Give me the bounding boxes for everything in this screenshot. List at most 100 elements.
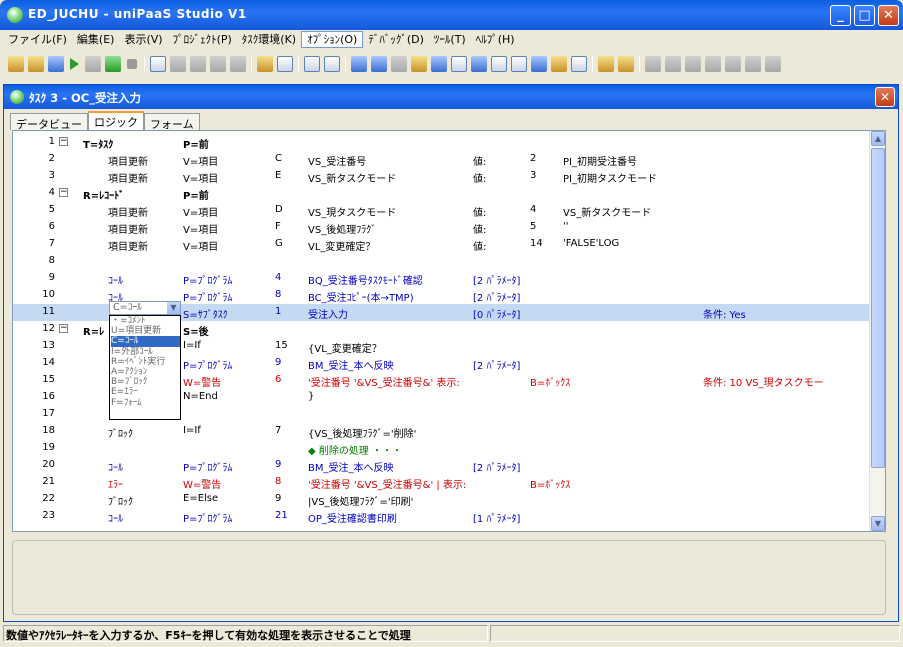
layout-icon[interactable] — [277, 56, 293, 72]
tab-logic[interactable]: ロジック — [88, 111, 144, 130]
report-icon[interactable] — [431, 56, 447, 72]
scroll-down-icon[interactable]: ▼ — [871, 516, 885, 531]
row-col-ref: F — [275, 221, 281, 232]
dropdown-option[interactable]: ・=ｺﾒﾝﾄ — [111, 316, 180, 326]
row-col-operation: 項目更新 — [108, 225, 148, 236]
open-icon[interactable] — [28, 56, 44, 72]
row-col-operation: 項目更新 — [108, 208, 148, 219]
logic-row[interactable]: 19 ◆ 削除の処理 ・・・ — [13, 440, 870, 457]
model-icon[interactable] — [391, 56, 407, 72]
maximize-button[interactable]: □ — [854, 5, 875, 26]
dropdown-option[interactable]: B=ﾌﾞﾛｯｸ — [111, 377, 180, 387]
logic-row[interactable]: 9 ｺｰﾙ P=ﾌﾟﾛｸﾞﾗﾑ 4 BQ_受注番号ﾀｽｸﾓｰﾄﾞ確認 [2 ﾊﾟﾗﾒｰﾀ… — [13, 270, 870, 287]
dropdown-option[interactable]: F=ﾌｫｰﾑ — [111, 398, 180, 408]
scroll-up-icon[interactable]: ▲ — [871, 131, 885, 146]
help-icon[interactable] — [471, 56, 487, 72]
line-number: 16 — [42, 391, 55, 402]
row-col-type: P=ﾌﾟﾛｸﾞﾗﾑ — [183, 463, 233, 474]
menu-view[interactable]: 表示(V) — [119, 31, 167, 48]
logic-row[interactable]: 7 項目更新 V=項目 G VL_変更確定？ 値: 14 'FALSE'LOG — [13, 236, 870, 253]
menu-project[interactable]: ﾌﾟﾛｼﾞｪｸﾄ(P) — [168, 31, 237, 48]
tree-icon[interactable] — [257, 56, 273, 72]
list-icon[interactable] — [324, 56, 340, 72]
logic-row[interactable]: 2 項目更新 V=項目 C VS_受注番号 値: 2 PI_初期受注番号 — [13, 151, 870, 168]
row-col-param: 値: — [473, 157, 487, 168]
status-bar: 数値やｱｸｾﾗﾚｰﾀｷｰを入力するか、F5ｷｰを押して有効な処理を表示させること… — [3, 625, 900, 644]
build-icon[interactable] — [85, 56, 101, 72]
rights-icon[interactable] — [491, 56, 507, 72]
collapse-icon[interactable]: − — [59, 188, 68, 197]
dropdown-option[interactable]: C=ｺｰﾙ — [111, 336, 180, 347]
row-col-param: [0 ﾊﾟﾗﾒｰﾀ] — [473, 310, 521, 321]
form-icon[interactable] — [371, 56, 387, 72]
new-icon[interactable] — [8, 56, 24, 72]
row-col-expression: {VS_後処理ﾌﾗｸﾞ='削除' — [308, 429, 417, 440]
menu-file[interactable]: ファイル(F) — [3, 31, 72, 48]
tab-data-view[interactable]: データビュー — [10, 113, 88, 131]
row-col-param: [2 ﾊﾟﾗﾒｰﾀ] — [473, 463, 521, 474]
logic-row[interactable]: 1− T=ﾀｽｸ P=前 — [13, 134, 870, 151]
pause-icon[interactable] — [170, 56, 186, 72]
dropdown-option[interactable]: E=ｴﾗｰ — [111, 387, 180, 397]
dropdown-option[interactable]: A=ｱｸｼｮﾝ — [111, 367, 180, 377]
logic-row[interactable]: 21 ｴﾗｰ W=警告 8 '受注番号 '&VS_受注番号&' | 表示: B=ﾎﾞｯｸｽ — [13, 474, 870, 491]
stop-icon[interactable] — [127, 59, 137, 69]
row-col-expression: '受注番号 '&VS_受注番号&' | 表示: — [308, 480, 467, 491]
collapse-icon[interactable]: − — [59, 137, 68, 146]
menu-task-environment[interactable]: ﾀｽｸ環境(K) — [237, 31, 301, 48]
open-folder-icon[interactable] — [48, 56, 64, 72]
row-col-expression: BM_受注_本へ反映 — [308, 463, 394, 474]
program-icon[interactable] — [351, 56, 367, 72]
logic-row[interactable]: 22 ﾌﾞﾛｯｸ E=Else 9 |VS_後処理ﾌﾗｸﾞ='印刷' — [13, 491, 870, 508]
status-message: 数値やｱｸｾﾗﾚｰﾀｷｰを入力するか、F5ｷｰを押して有効な処理を表示させること… — [3, 625, 488, 642]
check-in-icon[interactable] — [105, 56, 121, 72]
vertical-scrollbar[interactable]: ▲ ▼ — [869, 131, 885, 531]
logic-row[interactable]: 3 項目更新 V=項目 E VS_新タスクモード 値: 3 PI_初期タスクモード — [13, 168, 870, 185]
menu-tools[interactable]: ﾂｰﾙ(T) — [429, 31, 471, 48]
data-icon[interactable] — [451, 56, 467, 72]
close-button[interactable]: ✕ — [878, 5, 899, 26]
logic-editor[interactable]: 1− T=ﾀｽｸ P=前 2 項目更新 V=項目 C VS_受注番号 値: 2 PI_初期受注番号 3… — [12, 130, 886, 532]
zoom-icon[interactable] — [150, 56, 166, 72]
logic-row[interactable]: 18 ﾌﾞﾛｯｸ I=If 7 {VS_後処理ﾌﾗｸﾞ='削除' — [13, 423, 870, 440]
logic-row[interactable]: 20 ｺｰﾙ P=ﾌﾟﾛｸﾞﾗﾑ 9 BM_受注_本へ反映 [2 ﾊﾟﾗﾒｰﾀ] — [13, 457, 870, 474]
row-col-operation: R=ﾚｺｰﾄﾞ — [83, 191, 125, 202]
menu-help[interactable]: ﾍﾙﾌﾟ(H) — [471, 31, 520, 48]
collapse-icon[interactable]: − — [59, 324, 68, 333]
dropdown-option[interactable]: I=外部ｺｰﾙ — [111, 347, 180, 357]
row-col-operation: ｴﾗｰ — [108, 480, 123, 491]
row-col-ref: 7 — [275, 425, 282, 436]
dropdown-option[interactable]: R=ｲﾍﾞﾝﾄ実行 — [111, 357, 180, 367]
table-icon[interactable] — [411, 56, 427, 72]
menu-debug[interactable]: ﾃﾞﾊﾞｯｸﾞ(D) — [363, 31, 429, 48]
menu-icon[interactable] — [511, 56, 527, 72]
logic-row[interactable]: 5 項目更新 V=項目 D VS_現タスクモード 値: 4 VS_新タスクモード — [13, 202, 870, 219]
menu-edit[interactable]: 編集(E) — [72, 31, 120, 48]
dropdown-option[interactable]: U=項目更新 — [111, 326, 180, 336]
find-icon[interactable] — [304, 56, 320, 72]
run-icon[interactable] — [70, 58, 79, 70]
operation-combo[interactable]: C=ｺｰﾙ ▼ — [109, 301, 181, 315]
step-out-icon[interactable] — [210, 56, 226, 72]
disabled-tool-icon — [745, 56, 761, 72]
edit-icon[interactable] — [551, 56, 567, 72]
menu-options[interactable]: ｵﾌﾟｼｮﾝ(O) — [301, 31, 364, 48]
disabled-tool-icon — [725, 56, 741, 72]
task-close-button[interactable]: ✕ — [875, 87, 895, 107]
wand-icon[interactable] — [618, 56, 634, 72]
users-icon[interactable] — [598, 56, 614, 72]
scroll-thumb[interactable] — [871, 148, 885, 468]
generate-icon[interactable] — [571, 56, 587, 72]
logic-row[interactable]: 8 — [13, 253, 870, 270]
logic-row[interactable]: 23 ｺｰﾙ P=ﾌﾟﾛｸﾞﾗﾑ 21 OP_受注確認書印刷 [1 ﾊﾟﾗﾒｰﾀ] — [13, 508, 870, 525]
logic-row[interactable]: 4− R=ﾚｺｰﾄﾞ P=前 — [13, 185, 870, 202]
properties-icon[interactable] — [531, 56, 547, 72]
logic-row[interactable]: 6 項目更新 V=項目 F VS_後処理ﾌﾗｸﾞ 値: 5 '' — [13, 219, 870, 236]
chevron-down-icon[interactable]: ▼ — [167, 302, 180, 314]
step-over-icon[interactable] — [230, 56, 246, 72]
tab-form[interactable]: フォーム — [144, 113, 200, 131]
step-icon[interactable] — [190, 56, 206, 72]
row-col-expression: VS_受注番号 — [308, 157, 367, 168]
row-col-operation: ﾌﾞﾛｯｸ — [108, 429, 133, 440]
minimize-button[interactable]: _ — [830, 5, 851, 26]
